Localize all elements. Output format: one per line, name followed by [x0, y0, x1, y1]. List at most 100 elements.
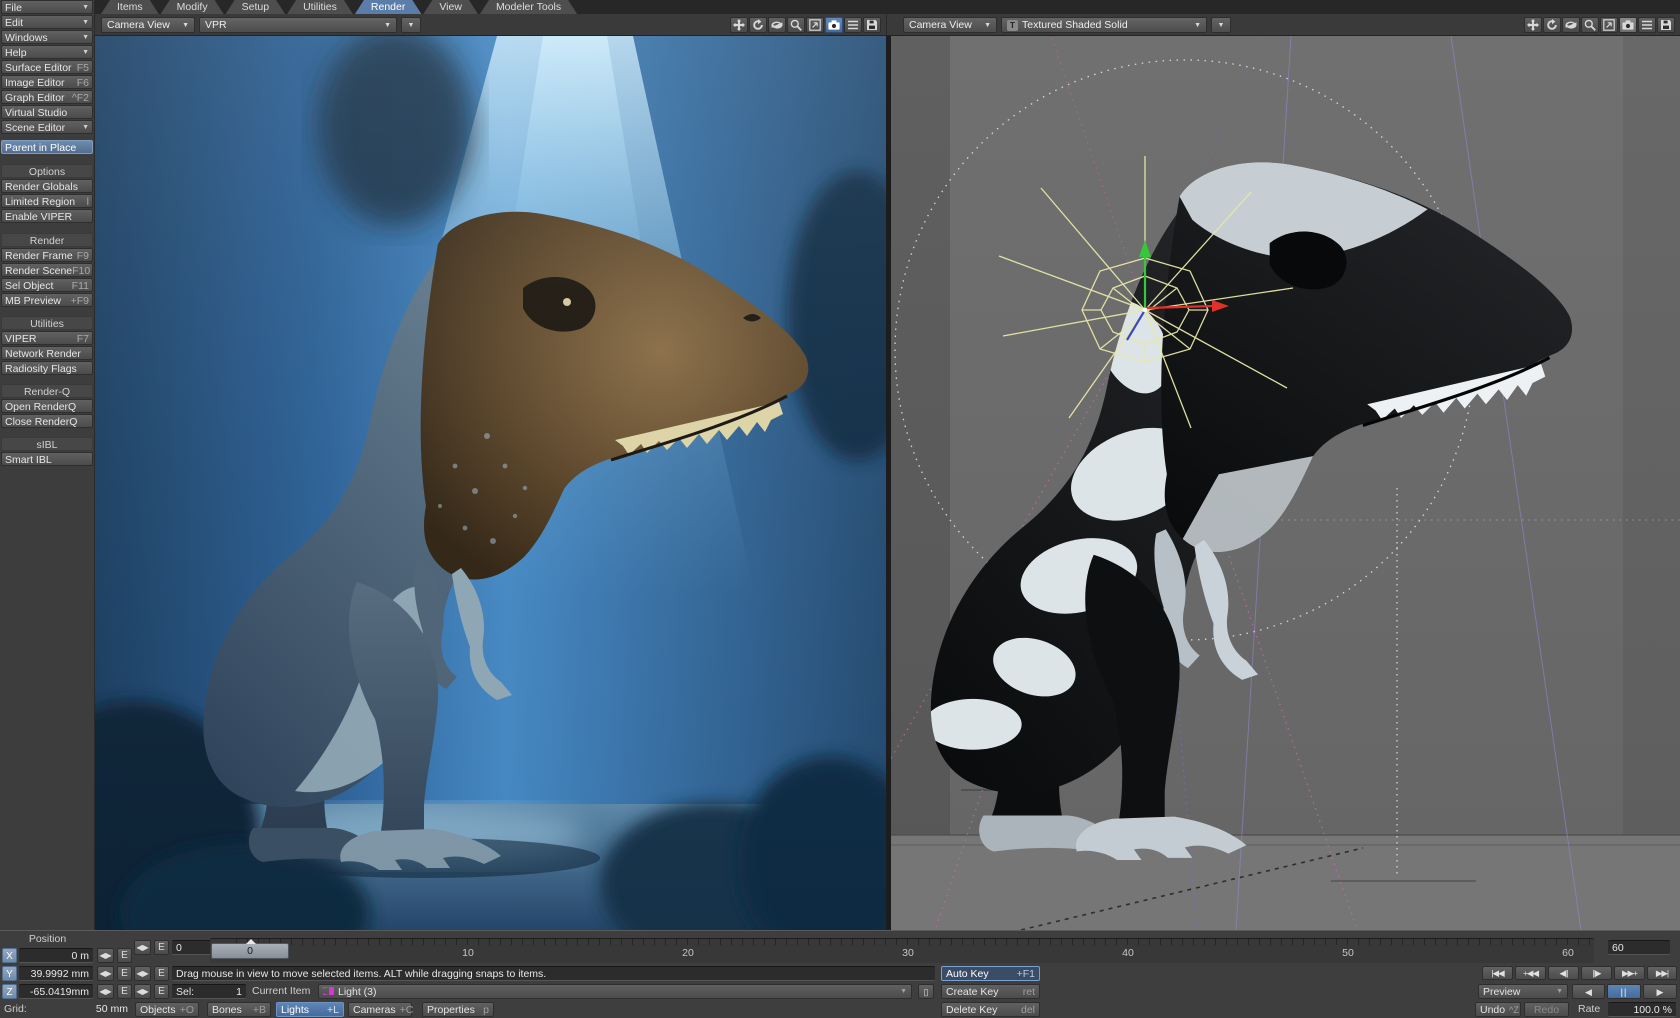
preview-dropdown[interactable]: Preview▼	[1478, 984, 1568, 999]
radiosity-flags-button[interactable]: Radiosity Flags	[1, 361, 93, 375]
render-globals-button[interactable]: Render Globals	[1, 179, 93, 193]
play-reverse-button[interactable]: ◀	[1572, 984, 1605, 999]
menu-help[interactable]: Help	[1, 45, 93, 59]
smart-ibl-button[interactable]: Smart IBL	[1, 452, 93, 466]
y-envelope-button[interactable]: E	[117, 966, 132, 981]
frame-envelope-button[interactable]: E	[154, 940, 169, 955]
rotate-icon[interactable]	[1543, 17, 1561, 33]
selection-envelope-button[interactable]: E	[154, 984, 169, 999]
z-envelope-button[interactable]: E	[117, 984, 132, 999]
render-frame-button[interactable]: Render FrameF9	[1, 248, 93, 262]
cameras-mode-button[interactable]: Cameras+C	[348, 1002, 412, 1017]
timeline-ruler[interactable]: 10 20 30 40 50 60 0	[210, 938, 1594, 963]
next-key-button[interactable]: ▶▶+	[1614, 966, 1645, 980]
tab-items[interactable]: Items	[101, 0, 159, 14]
menu-icon[interactable]	[844, 17, 862, 33]
save-icon[interactable]	[863, 17, 881, 33]
create-key-button[interactable]: Create Keyret	[941, 984, 1040, 999]
x-axis-toggle[interactable]: X	[2, 948, 17, 963]
menu-edit[interactable]: Edit	[1, 15, 93, 29]
move-icon[interactable]	[730, 17, 748, 33]
zoom-icon[interactable]	[1581, 17, 1599, 33]
save-icon[interactable]	[1657, 17, 1675, 33]
y-spinner[interactable]: ◀▶	[97, 966, 114, 981]
x-position-field[interactable]: 0 m	[19, 948, 93, 963]
redo-button[interactable]: Redo	[1524, 1002, 1569, 1017]
properties-button[interactable]: Propertiesp	[422, 1002, 494, 1017]
left-render-mode-dropdown[interactable]: VPR▼	[199, 17, 397, 33]
right-view-type-dropdown[interactable]: Camera View▼	[903, 17, 997, 33]
orbit-icon[interactable]	[1562, 17, 1580, 33]
undo-button[interactable]: Undo^Z	[1475, 1002, 1521, 1017]
play-button[interactable]: ▶	[1643, 984, 1677, 999]
pause-button[interactable]: ||	[1607, 984, 1641, 999]
x-spinner[interactable]: ◀▶	[97, 948, 114, 963]
frame-jog[interactable]: ◀▶	[134, 940, 151, 955]
tab-modeler-tools[interactable]: Modeler Tools	[480, 0, 577, 14]
menu-windows[interactable]: Windows	[1, 30, 93, 44]
message-jog[interactable]: ◀▶	[134, 966, 151, 981]
image-editor-button[interactable]: Image EditorF6	[1, 75, 93, 89]
tab-setup[interactable]: Setup	[226, 0, 285, 14]
tab-modify[interactable]: Modify	[161, 0, 224, 14]
z-position-field[interactable]: -65.0419mm	[19, 984, 93, 999]
right-viewport-options-dropdown[interactable]: ▼	[1211, 17, 1231, 33]
expand-icon[interactable]	[806, 17, 824, 33]
previous-key-button[interactable]: +◀◀	[1515, 966, 1546, 980]
step-forward-button[interactable]: ||▶	[1581, 966, 1612, 980]
z-axis-toggle[interactable]: Z	[2, 984, 17, 999]
orbit-icon[interactable]	[768, 17, 786, 33]
auto-key-button[interactable]: Auto Key+F1	[941, 966, 1040, 981]
lights-mode-button[interactable]: Lights+L	[276, 1002, 344, 1017]
virtual-studio-button[interactable]: Virtual Studio	[1, 105, 93, 119]
selection-jog[interactable]: ◀▶	[134, 984, 151, 999]
bones-mode-button[interactable]: Bones+B	[207, 1002, 271, 1017]
left-viewport-canvas[interactable]	[95, 36, 886, 930]
current-item-dropdown[interactable]: Light (3) ▼	[318, 984, 912, 999]
expand-icon[interactable]	[1600, 17, 1618, 33]
message-envelope-button[interactable]: E	[154, 966, 169, 981]
z-spinner[interactable]: ◀▶	[97, 984, 114, 999]
objects-mode-button[interactable]: Objects+O	[135, 1002, 199, 1017]
y-axis-toggle[interactable]: Y	[2, 966, 17, 981]
mb-preview-button[interactable]: MB Preview+F9	[1, 293, 93, 307]
rate-field[interactable]: 100.0 %	[1608, 1002, 1676, 1017]
y-position-field[interactable]: 39.9992 mm	[19, 966, 93, 981]
render-scene-button[interactable]: Render SceneF10	[1, 263, 93, 277]
tab-render[interactable]: Render	[355, 0, 421, 14]
step-back-button[interactable]: ◀||	[1548, 966, 1579, 980]
camera-icon[interactable]	[825, 17, 843, 33]
surface-editor-button[interactable]: Surface EditorF5	[1, 60, 93, 74]
delete-key-button[interactable]: Delete Keydel	[941, 1002, 1040, 1017]
enable-viper-button[interactable]: Enable VIPER	[1, 209, 93, 223]
go-to-end-button[interactable]: ▶▶|	[1647, 966, 1677, 980]
right-render-mode-dropdown[interactable]: TTextured Shaded Solid ▼	[1001, 17, 1207, 33]
left-view-type-dropdown[interactable]: Camera View▼	[101, 17, 195, 33]
viper-button[interactable]: VIPERF7	[1, 331, 93, 345]
graph-editor-button[interactable]: Graph Editor^F2	[1, 90, 93, 104]
item-list-button[interactable]: ▯	[918, 984, 934, 999]
open-renderq-button[interactable]: Open RenderQ	[1, 399, 93, 413]
sel-object-button[interactable]: Sel ObjectF11	[1, 278, 93, 292]
tab-utilities[interactable]: Utilities	[287, 0, 353, 14]
menu-file[interactable]: File	[1, 0, 93, 14]
end-frame-field[interactable]: 60	[1608, 940, 1670, 955]
limited-region-button[interactable]: Limited Regionl	[1, 194, 93, 208]
network-render-button[interactable]: Network Render	[1, 346, 93, 360]
move-icon[interactable]	[1524, 17, 1542, 33]
close-renderq-button[interactable]: Close RenderQ	[1, 414, 93, 428]
selection-count-field: Sel:1	[172, 984, 246, 999]
menu-icon[interactable]	[1638, 17, 1656, 33]
left-viewport-options-dropdown[interactable]: ▼	[401, 17, 421, 33]
camera-icon[interactable]	[1619, 17, 1637, 33]
zoom-icon[interactable]	[787, 17, 805, 33]
x-envelope-button[interactable]: E	[117, 948, 132, 963]
rotate-icon[interactable]	[749, 17, 767, 33]
scene-editor-menu[interactable]: Scene Editor	[1, 120, 93, 134]
parent-in-place-button[interactable]: Parent in Place	[1, 140, 93, 154]
left-viewport-nav-icons	[730, 17, 881, 33]
right-viewport-canvas[interactable]	[891, 36, 1680, 930]
go-to-start-button[interactable]: |◀◀	[1482, 966, 1513, 980]
tab-view[interactable]: View	[423, 0, 478, 14]
frame-slider-handle[interactable]: 0	[211, 943, 289, 959]
